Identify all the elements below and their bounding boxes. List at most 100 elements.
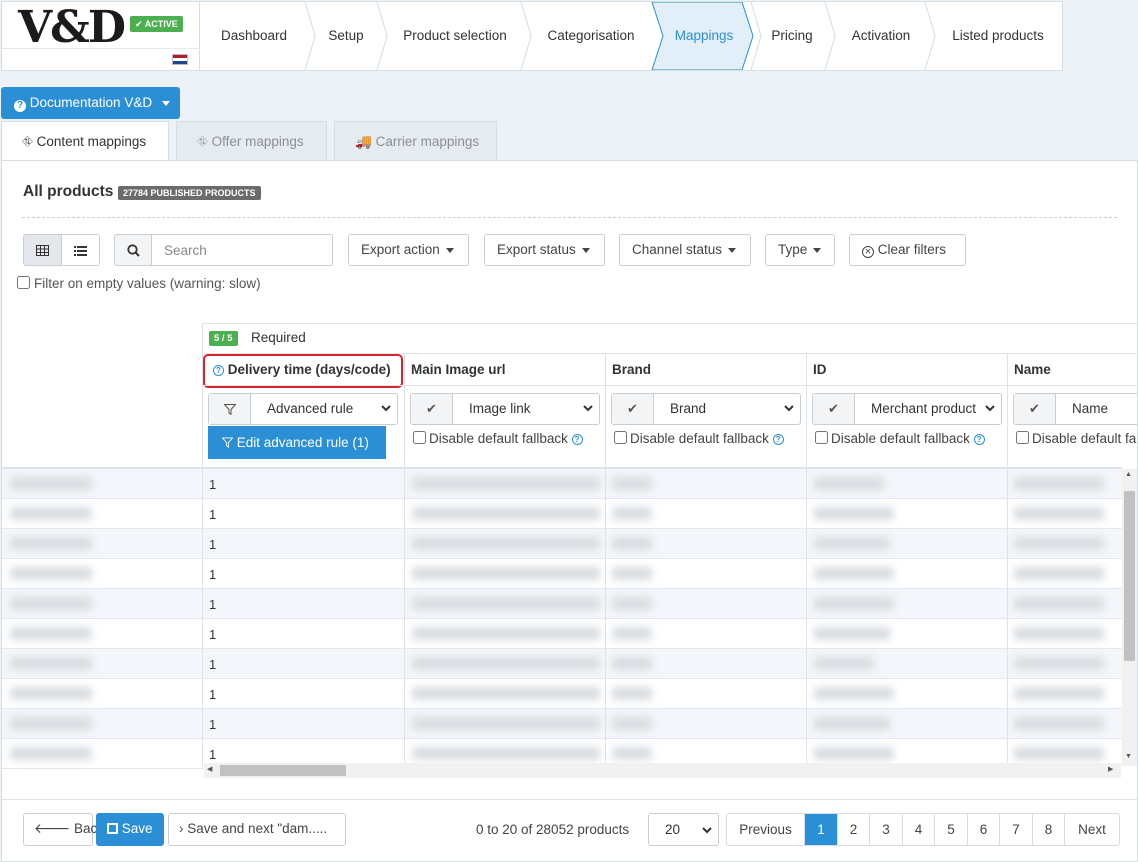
help-icon[interactable]: ?	[973, 434, 985, 445]
table-row[interactable]: 1	[2, 529, 1122, 559]
column-divider	[605, 467, 606, 766]
disable-fallback-option[interactable]: Disable default fallback ?	[413, 431, 583, 446]
next-page-button[interactable]: Next	[1065, 814, 1119, 845]
back-button[interactable]: 🡐 Back	[23, 813, 104, 846]
disable-fallback-label: Disable default fallback	[831, 431, 970, 446]
step-mappings[interactable]: Mappings	[661, 2, 747, 70]
divider	[22, 217, 1117, 218]
horizontal-scrollbar[interactable]: ◀ ▶	[204, 763, 1121, 778]
column-header-divider	[807, 385, 1007, 386]
brand-mapping-select[interactable]: ✔ Brand	[611, 393, 801, 425]
chevron-right-icon: ›	[179, 821, 184, 836]
select-value: Merchant product	[871, 401, 977, 416]
disable-fallback-option[interactable]: Disable default fallback ?	[614, 431, 784, 446]
main-image-mapping-select[interactable]: ✔ Image link	[410, 393, 600, 425]
page-size-select[interactable]: 20	[648, 813, 719, 846]
search-input[interactable]	[151, 234, 333, 266]
table-row[interactable]: 1	[2, 679, 1122, 709]
table-row[interactable]: 1	[2, 499, 1122, 529]
table-row[interactable]: 1	[2, 649, 1122, 679]
list-icon	[74, 245, 87, 256]
disable-fallback-checkbox[interactable]	[413, 431, 426, 444]
disable-fallback-checkbox[interactable]	[815, 431, 828, 444]
step-setup[interactable]: Setup	[313, 2, 379, 70]
scrollbar-thumb[interactable]	[220, 765, 346, 776]
page-5-button[interactable]: 5	[935, 814, 968, 845]
table-row[interactable]: 1	[2, 619, 1122, 649]
select-value: Name	[1072, 401, 1109, 416]
scrollbar-thumb[interactable]	[1124, 491, 1135, 661]
required-count-badge: 5 / 5	[209, 331, 238, 346]
delivery-time-cell: 1	[209, 567, 217, 582]
filter-label: Export action	[361, 242, 440, 257]
page-8-button[interactable]: 8	[1033, 814, 1065, 845]
clear-filters-button[interactable]: ✕ Clear filters	[849, 234, 966, 266]
step-pricing[interactable]: Pricing	[757, 2, 827, 70]
truck-icon: 🚚	[355, 134, 372, 149]
arrow-left-icon: 🡐	[34, 821, 71, 836]
tab-label: Offer mappings	[211, 134, 304, 149]
table-row[interactable]: 1	[2, 559, 1122, 589]
select-value: Advanced rule	[267, 401, 354, 416]
check-addon: ✔	[411, 394, 453, 424]
tab-content-mappings[interactable]: ⛗ Content mappings	[1, 121, 169, 161]
export-status-filter[interactable]: Export status	[484, 234, 605, 266]
page-7-button[interactable]: 7	[1000, 814, 1033, 845]
help-icon[interactable]: ?	[772, 434, 784, 445]
step-categorisation[interactable]: Categorisation	[531, 2, 651, 70]
vertical-scrollbar[interactable]: ▲ ▼	[1122, 469, 1137, 766]
search-button[interactable]	[114, 234, 152, 266]
step-activation[interactable]: Activation	[833, 2, 929, 70]
table-row[interactable]: 1	[2, 709, 1122, 739]
disable-fallback-checkbox[interactable]	[1016, 431, 1029, 444]
scroll-left-icon[interactable]: ◀	[207, 765, 212, 773]
grid-view-button[interactable]	[23, 234, 62, 266]
scroll-right-icon[interactable]: ▶	[1108, 765, 1113, 773]
type-filter[interactable]: Type	[765, 234, 835, 266]
documentation-dropdown-button[interactable]: ? Documentation V&D	[1, 87, 180, 119]
page-4-button[interactable]: 4	[903, 814, 935, 845]
scroll-down-icon[interactable]: ▼	[1125, 753, 1132, 760]
help-icon[interactable]: ?	[213, 365, 224, 376]
filter-empty-values[interactable]: Filter on empty values (warning: slow)	[17, 276, 261, 291]
tab-offer-mappings[interactable]: ⛗ Offer mappings	[176, 121, 327, 161]
filter-empty-checkbox[interactable]	[17, 276, 30, 289]
list-view-button[interactable]	[61, 234, 100, 266]
disable-fallback-checkbox[interactable]	[614, 431, 627, 444]
disable-fallback-label: Disable default fallback	[429, 431, 568, 446]
name-mapping-select[interactable]: ✔ Name	[1013, 393, 1137, 425]
help-circle-icon: ?	[14, 100, 26, 112]
tab-carrier-mappings[interactable]: 🚚 Carrier mappings	[334, 121, 497, 161]
column-main-image-url: Main Image url ✔ Image link Disable defa…	[404, 353, 605, 467]
chevron-down-icon	[583, 405, 593, 412]
table-row[interactable]: 1	[2, 589, 1122, 619]
delivery-time-mapping-select[interactable]: Advanced rule	[208, 393, 398, 425]
scroll-up-icon[interactable]: ▲	[1125, 471, 1132, 478]
disable-fallback-option[interactable]: Disable default fa	[1016, 431, 1136, 446]
save-button[interactable]: Save	[96, 813, 164, 846]
page-2-button[interactable]: 2	[838, 814, 870, 845]
edit-advanced-rule-button[interactable]: Edit advanced rule (1)	[208, 426, 386, 459]
select-value: Brand	[670, 401, 707, 416]
page-3-button[interactable]: 3	[870, 814, 903, 845]
help-icon[interactable]: ?	[571, 434, 583, 445]
previous-page-button[interactable]: Previous	[727, 814, 805, 845]
id-mapping-select[interactable]: ✔ Merchant product	[812, 393, 1002, 425]
map-icon: ⛗	[22, 134, 33, 149]
delivery-time-cell: 1	[209, 627, 217, 642]
documentation-label: Documentation V&D	[29, 95, 153, 110]
table-row[interactable]: 1	[2, 469, 1122, 499]
column-title: ID	[813, 362, 827, 377]
channel-status-filter[interactable]: Channel status	[619, 234, 751, 266]
top-navigation: V&D ✔ ACTIVE Dashboard Setup Product sel…	[1, 1, 1063, 71]
page-6-button[interactable]: 6	[968, 814, 1000, 845]
check-addon: ✔	[612, 394, 654, 424]
delivery-time-cell: 1	[209, 687, 217, 702]
step-listed-products[interactable]: Listed products	[935, 2, 1061, 70]
step-dashboard[interactable]: Dashboard	[201, 2, 307, 70]
save-and-next-button[interactable]: › Save and next "dam.....	[168, 813, 346, 846]
page-1-button[interactable]: 1	[805, 814, 838, 845]
export-action-filter[interactable]: Export action	[348, 234, 469, 266]
disable-fallback-option[interactable]: Disable default fallback ?	[815, 431, 985, 446]
step-product-selection[interactable]: Product selection	[387, 2, 523, 70]
